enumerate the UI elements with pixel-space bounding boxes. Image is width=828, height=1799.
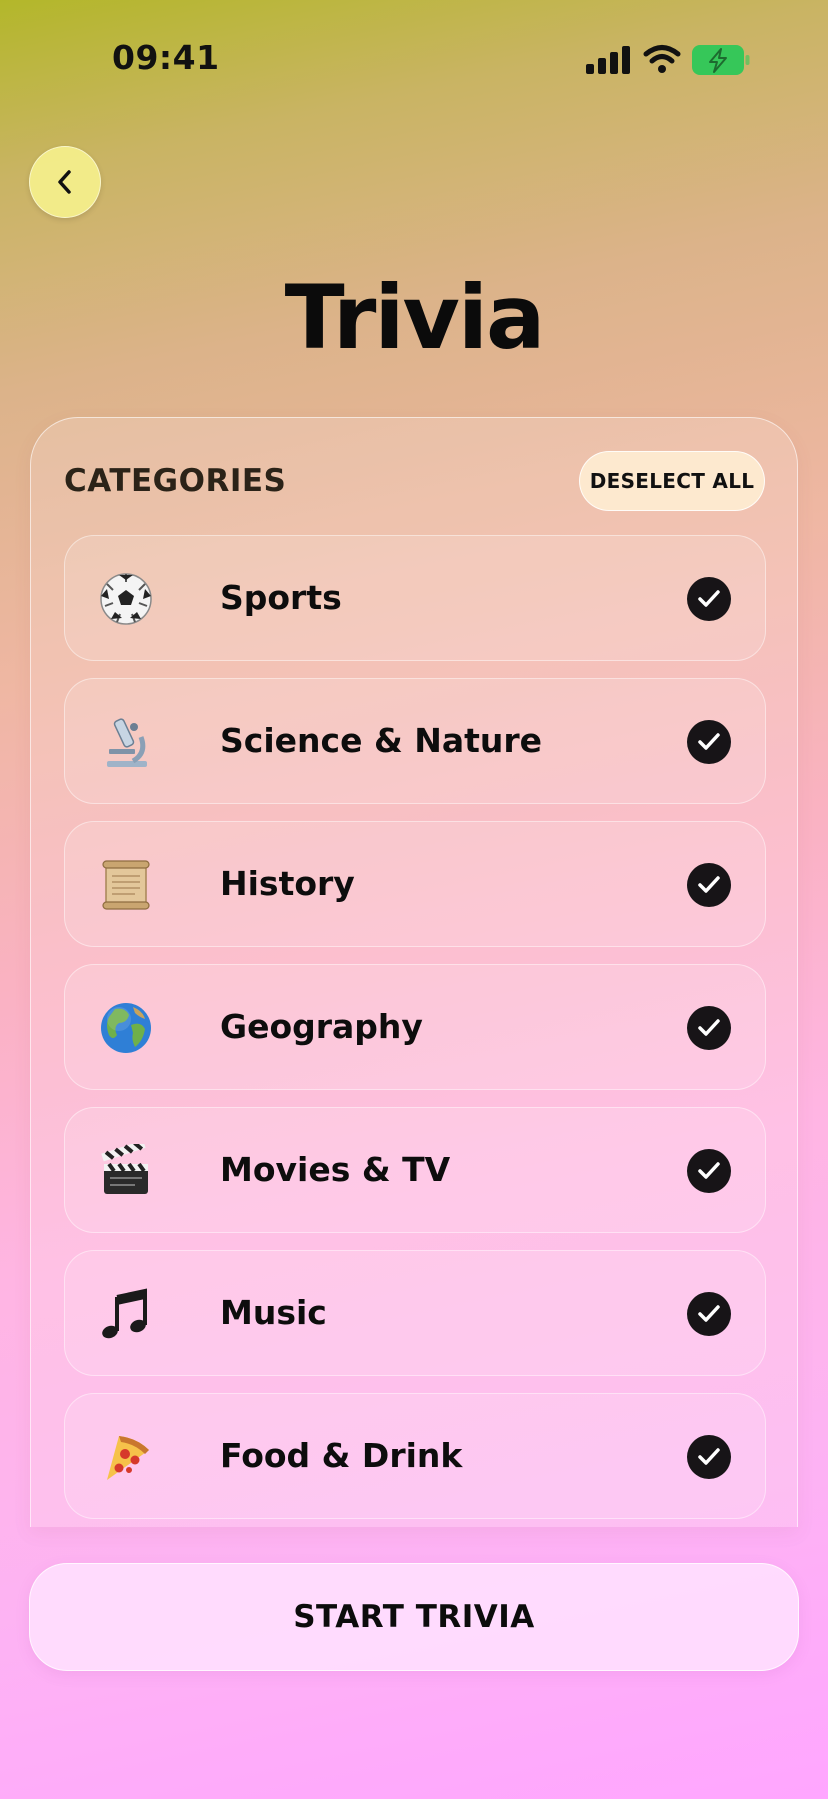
category-label-movies-tv: Movies & TV bbox=[220, 1150, 451, 1189]
category-label-food-drink: Food & Drink bbox=[220, 1436, 463, 1475]
checkmark-icon bbox=[687, 1149, 731, 1193]
checkmark-icon bbox=[687, 1006, 731, 1050]
status-time: 09:41 bbox=[112, 38, 220, 77]
checkmark-icon bbox=[687, 1435, 731, 1479]
status-bar: 09:41 bbox=[0, 0, 828, 120]
checkmark-icon bbox=[687, 577, 731, 621]
cellular-signal-icon bbox=[586, 46, 630, 74]
chevron-left-icon bbox=[58, 170, 71, 194]
category-label-science-nature: Science & Nature bbox=[220, 721, 543, 760]
wifi-icon bbox=[643, 45, 681, 73]
pizza-icon bbox=[107, 1436, 149, 1480]
clapper-board-icon bbox=[101, 1144, 148, 1194]
category-item-science-nature[interactable]: Science & Nature bbox=[64, 678, 766, 804]
battery-charging-icon bbox=[692, 45, 750, 75]
music-note-icon bbox=[102, 1288, 147, 1339]
categories-panel: CATEGORIES DESELECT ALL Sports Science &… bbox=[30, 417, 798, 1527]
page-title: Trivia bbox=[284, 266, 546, 369]
category-label-sports: Sports bbox=[220, 578, 342, 617]
globe-icon bbox=[101, 1003, 151, 1053]
category-item-movies-tv[interactable]: Movies & TV bbox=[64, 1107, 766, 1233]
checkmark-icon bbox=[687, 863, 731, 907]
checkmark-icon bbox=[687, 720, 731, 764]
category-label-geography: Geography bbox=[220, 1007, 423, 1046]
back-button[interactable] bbox=[29, 146, 101, 218]
microscope-icon bbox=[107, 718, 147, 767]
start-trivia-button[interactable]: START TRIVIA bbox=[29, 1563, 799, 1671]
category-list: Sports Science & Nature History Geograph… bbox=[64, 535, 766, 1527]
category-item-history[interactable]: History bbox=[64, 821, 766, 947]
category-item-food-drink[interactable]: Food & Drink bbox=[64, 1393, 766, 1519]
categories-heading: CATEGORIES bbox=[64, 463, 287, 499]
deselect-all-button[interactable]: DESELECT ALL bbox=[579, 451, 765, 511]
scroll-icon bbox=[102, 860, 150, 910]
category-label-history: History bbox=[220, 864, 355, 903]
category-item-sports[interactable]: Sports bbox=[64, 535, 766, 661]
category-label-music: Music bbox=[220, 1293, 327, 1332]
soccer-ball-icon bbox=[100, 573, 152, 625]
checkmark-icon bbox=[687, 1292, 731, 1336]
category-item-music[interactable]: Music bbox=[64, 1250, 766, 1376]
category-item-geography[interactable]: Geography bbox=[64, 964, 766, 1090]
